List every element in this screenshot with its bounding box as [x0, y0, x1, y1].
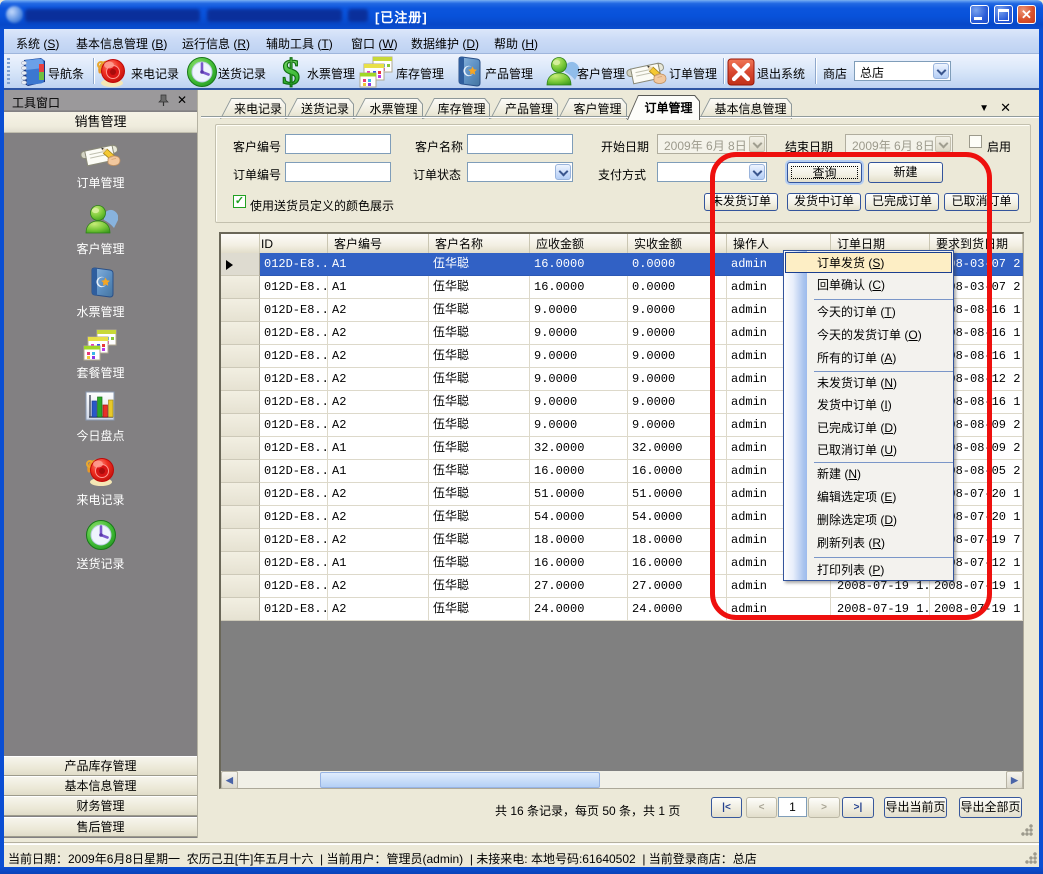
- svg-text:$: $: [282, 55, 300, 89]
